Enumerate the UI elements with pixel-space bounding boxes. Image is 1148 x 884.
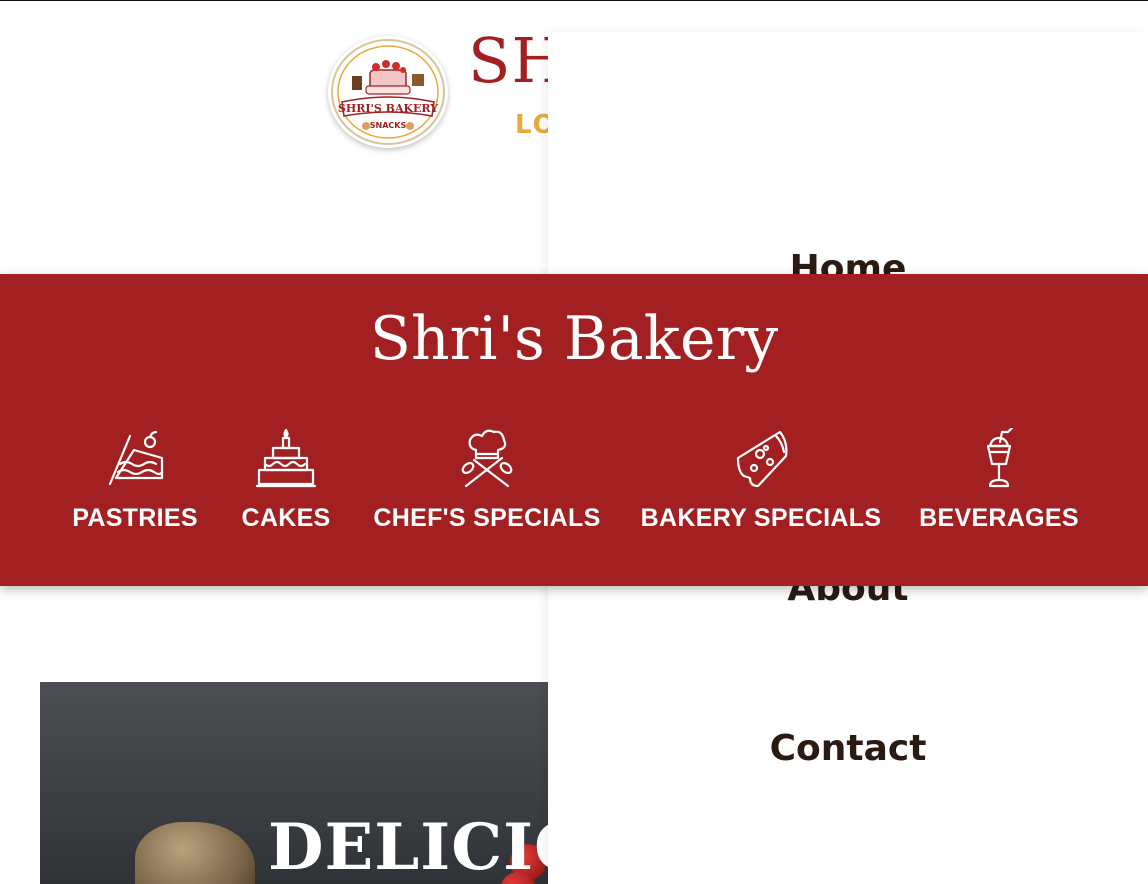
birthday-cake-icon <box>255 428 317 488</box>
bakery-logo[interactable]: SHRI'S BAKERY SNACKS <box>328 36 448 148</box>
category-label: BAKERY SPECIALS <box>640 504 882 532</box>
chef-hat-icon <box>461 429 513 488</box>
category-label: CHEF'S SPECIALS <box>373 504 601 532</box>
category-bakery-specials[interactable]: BAKERY SPECIALS <box>641 428 881 533</box>
top-border <box>0 0 1148 1</box>
hero-cake-image <box>135 822 255 884</box>
svg-text:SHRI'S BAKERY: SHRI'S BAKERY <box>338 102 438 115</box>
category-banner: Shri's Bakery PASTRIES CAKES CHEF'S SPEC… <box>0 274 1148 586</box>
category-label: CAKES <box>241 504 331 532</box>
category-chefs-specials[interactable]: CHEF'S SPECIALS <box>373 428 601 533</box>
banner-title: Shri's Bakery <box>369 304 779 374</box>
nav-item-contact[interactable]: Contact <box>548 728 1148 769</box>
pizza-slice-icon <box>736 430 788 488</box>
svg-text:SNACKS: SNACKS <box>370 121 407 130</box>
cake-slice-icon <box>108 430 164 486</box>
milkshake-icon <box>986 428 1014 488</box>
category-cakes[interactable]: CAKES <box>241 428 331 533</box>
category-beverages[interactable]: BEVERAGES <box>919 428 1079 533</box>
category-pastries[interactable]: PASTRIES <box>72 428 198 533</box>
category-label: BEVERAGES <box>919 504 1079 532</box>
category-label: PASTRIES <box>72 504 198 532</box>
logo-emblem-icon: SHRI'S BAKERY SNACKS <box>331 39 445 145</box>
